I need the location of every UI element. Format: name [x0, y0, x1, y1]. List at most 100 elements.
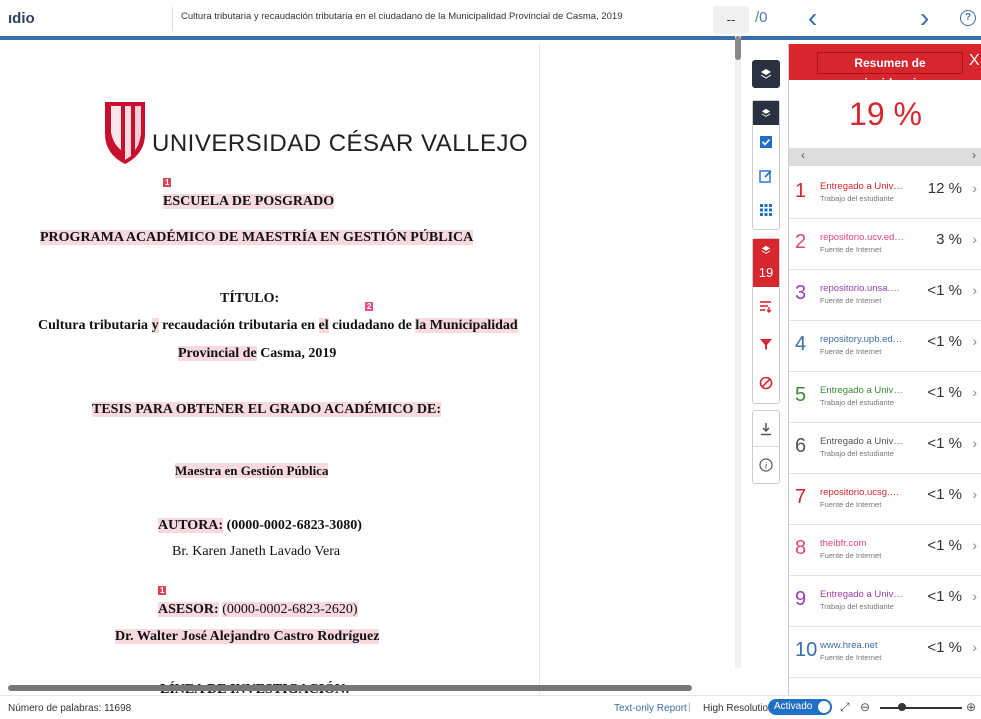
high-resolution-toggle[interactable]: Activado — [768, 699, 832, 715]
match-percent: <1 % — [927, 333, 962, 350]
close-icon[interactable]: X — [969, 52, 980, 70]
zoom-out-icon[interactable]: ⊖ — [860, 700, 870, 714]
vertical-scrollbar[interactable] — [735, 36, 741, 668]
chevron-right-icon[interactable]: › — [972, 333, 977, 349]
help-icon[interactable]: ? — [960, 10, 976, 26]
match-source: www.hrea.net — [820, 640, 878, 651]
university-logo-icon — [105, 102, 145, 164]
match-number: 7 — [795, 486, 807, 508]
horizontal-scrollbar[interactable] — [8, 685, 692, 691]
match-source: Entregado a Universida... — [820, 589, 904, 600]
program-line: PROGRAMA ACADÉMICO DE MAESTRÍA EN GESTIÓ… — [40, 230, 474, 246]
match-number: 1 — [795, 180, 807, 202]
school-text: ESCUELA DE POSGRADO — [163, 194, 335, 209]
download-icon[interactable] — [753, 411, 779, 447]
info-icon[interactable]: i — [753, 447, 779, 483]
match-source-type: Fuente de Internet — [820, 653, 882, 662]
match-percent: 3 % — [936, 231, 962, 248]
top-bar: ıdio Cultura tributaria y recaudación tr… — [0, 0, 981, 40]
match-percent: 12 % — [927, 180, 962, 197]
match-number: 9 — [795, 588, 807, 610]
match-marker[interactable]: 2 — [365, 302, 374, 311]
previous-page-button[interactable]: ‹ — [808, 2, 817, 34]
brand-logo: ıdio — [8, 10, 35, 27]
match-percent: <1 % — [927, 486, 962, 503]
zoom-slider[interactable] — [880, 707, 962, 709]
match-source-type: Fuente de Internet — [820, 296, 882, 305]
panel-scrollbar[interactable]: ‹ › — [789, 148, 981, 166]
title-line-2: Provincial de Casma, 2019 — [178, 346, 337, 361]
chevron-left-icon[interactable]: ‹ — [801, 148, 805, 162]
match-percent: <1 % — [927, 537, 962, 554]
chevron-right-icon[interactable]: › — [972, 282, 977, 298]
chevron-right-icon[interactable]: › — [972, 384, 977, 400]
match-list-item[interactable]: 2 repositorio.ucv.edu.pe Fuente de Interne… — [789, 219, 981, 270]
match-list-item[interactable]: 10 www.hrea.net Fuente de Internet <1 % › — [789, 627, 981, 678]
match-percent: <1 % — [927, 435, 962, 452]
page-number-input[interactable]: -- — [713, 6, 749, 34]
fit-screen-icon[interactable]: ⤢ — [840, 700, 850, 715]
match-number: 3 — [795, 282, 807, 304]
panel-header: Resumen de coincidencias X — [789, 44, 981, 90]
match-source-type: Fuente de Internet — [820, 245, 882, 254]
filter-icon[interactable] — [753, 325, 779, 363]
vertical-scroll-thumb[interactable] — [735, 36, 741, 60]
match-marker[interactable]: 1 — [158, 586, 167, 595]
school-line: 1 ESCUELA DE POSGRADO — [163, 178, 335, 210]
match-list-item[interactable]: 4 repository.upb.edu.co Fuente de Internet… — [789, 321, 981, 372]
chevron-right-icon[interactable]: › — [972, 180, 977, 196]
layers-icon[interactable] — [753, 101, 779, 125]
autora-name: Br. Karen Janeth Lavado Vera — [172, 544, 341, 559]
edit-icon[interactable] — [753, 159, 779, 193]
document-viewer: UNIVERSIDAD CÉSAR VALLEJO 1 ESCUELA DE P… — [0, 44, 750, 695]
document-title: Cultura tributaria y recaudación tributa… — [172, 7, 622, 31]
match-list-item[interactable]: 9 Entregado a Universida... Trabajo del es… — [789, 576, 981, 627]
exclude-icon[interactable] — [753, 363, 779, 403]
match-list-item[interactable]: 1 Entregado a Universida... Trabajo del es… — [789, 168, 981, 219]
match-source: theibfr.com — [820, 538, 867, 549]
match-list-item[interactable]: 6 Entregado a Universida... Trabajo del es… — [789, 423, 981, 474]
overall-similarity: 19 % — [849, 96, 922, 132]
chevron-right-icon[interactable]: › — [972, 435, 977, 451]
university-name: UNIVERSIDAD CÉSAR VALLEJO — [152, 130, 529, 157]
program-text: PROGRAMA ACADÉMICO DE MAESTRÍA EN GESTIÓ… — [40, 230, 474, 245]
misc-tool-group: i — [752, 410, 780, 484]
zoom-slider-handle[interactable] — [898, 703, 906, 711]
page-total: /0 — [755, 9, 768, 26]
match-percent: <1 % — [927, 639, 962, 656]
match-source-type: Trabajo del estudiante — [820, 602, 894, 611]
layers-icon[interactable] — [753, 239, 779, 261]
match-list-item[interactable]: 3 repositorio.unsa.edu.pe Fuente de Intern… — [789, 270, 981, 321]
chevron-right-icon[interactable]: › — [972, 231, 977, 247]
zoom-in-icon[interactable]: ⊕ — [966, 700, 976, 714]
chevron-right-icon[interactable]: › — [972, 588, 977, 604]
match-list-item[interactable]: 8 theibfr.com Fuente de Internet <1 % › — [789, 525, 981, 576]
match-percent: <1 % — [927, 588, 962, 605]
chevron-right-icon[interactable]: › — [972, 639, 977, 655]
filter-list-icon[interactable] — [753, 287, 779, 325]
match-count-button[interactable]: 19 — [753, 261, 779, 287]
match-list-item[interactable]: 7 repositorio.ucsg.edu.ec Fuente de Intern… — [789, 474, 981, 525]
match-source-type: Fuente de Internet — [820, 500, 882, 509]
degree-line: Maestra en Gestión Pública — [175, 463, 329, 479]
chevron-right-icon[interactable]: › — [972, 486, 977, 502]
match-percent: <1 % — [927, 384, 962, 401]
checkbox-icon[interactable] — [753, 125, 779, 159]
title-line-1: 2 Cultura tributaria y recaudación tribu… — [38, 302, 518, 333]
word-count: Número de palabras: 11698 — [8, 703, 132, 714]
match-number: 6 — [795, 435, 807, 457]
grid-icon[interactable] — [753, 193, 779, 227]
match-number: 2 — [795, 231, 807, 253]
match-overview-panel: Resumen de coincidencias X 19 % ‹ › 1 Ent… — [788, 44, 981, 695]
match-list-item[interactable]: 5 Entregado a Universida... Trabajo del es… — [789, 372, 981, 423]
text-only-report-link[interactable]: Text-only Report — [614, 703, 687, 714]
layers-icon[interactable] — [752, 60, 780, 88]
chevron-right-icon[interactable]: › — [972, 537, 977, 553]
match-source: repositorio.ucv.edu.pe — [820, 232, 904, 243]
next-page-button[interactable]: › — [920, 2, 929, 34]
chevron-right-icon[interactable]: › — [972, 148, 976, 162]
match-source: repositorio.ucsg.edu.ec — [820, 487, 904, 498]
tool-group — [752, 100, 780, 230]
match-number: 10 — [795, 639, 818, 661]
match-marker[interactable]: 1 — [163, 178, 172, 187]
